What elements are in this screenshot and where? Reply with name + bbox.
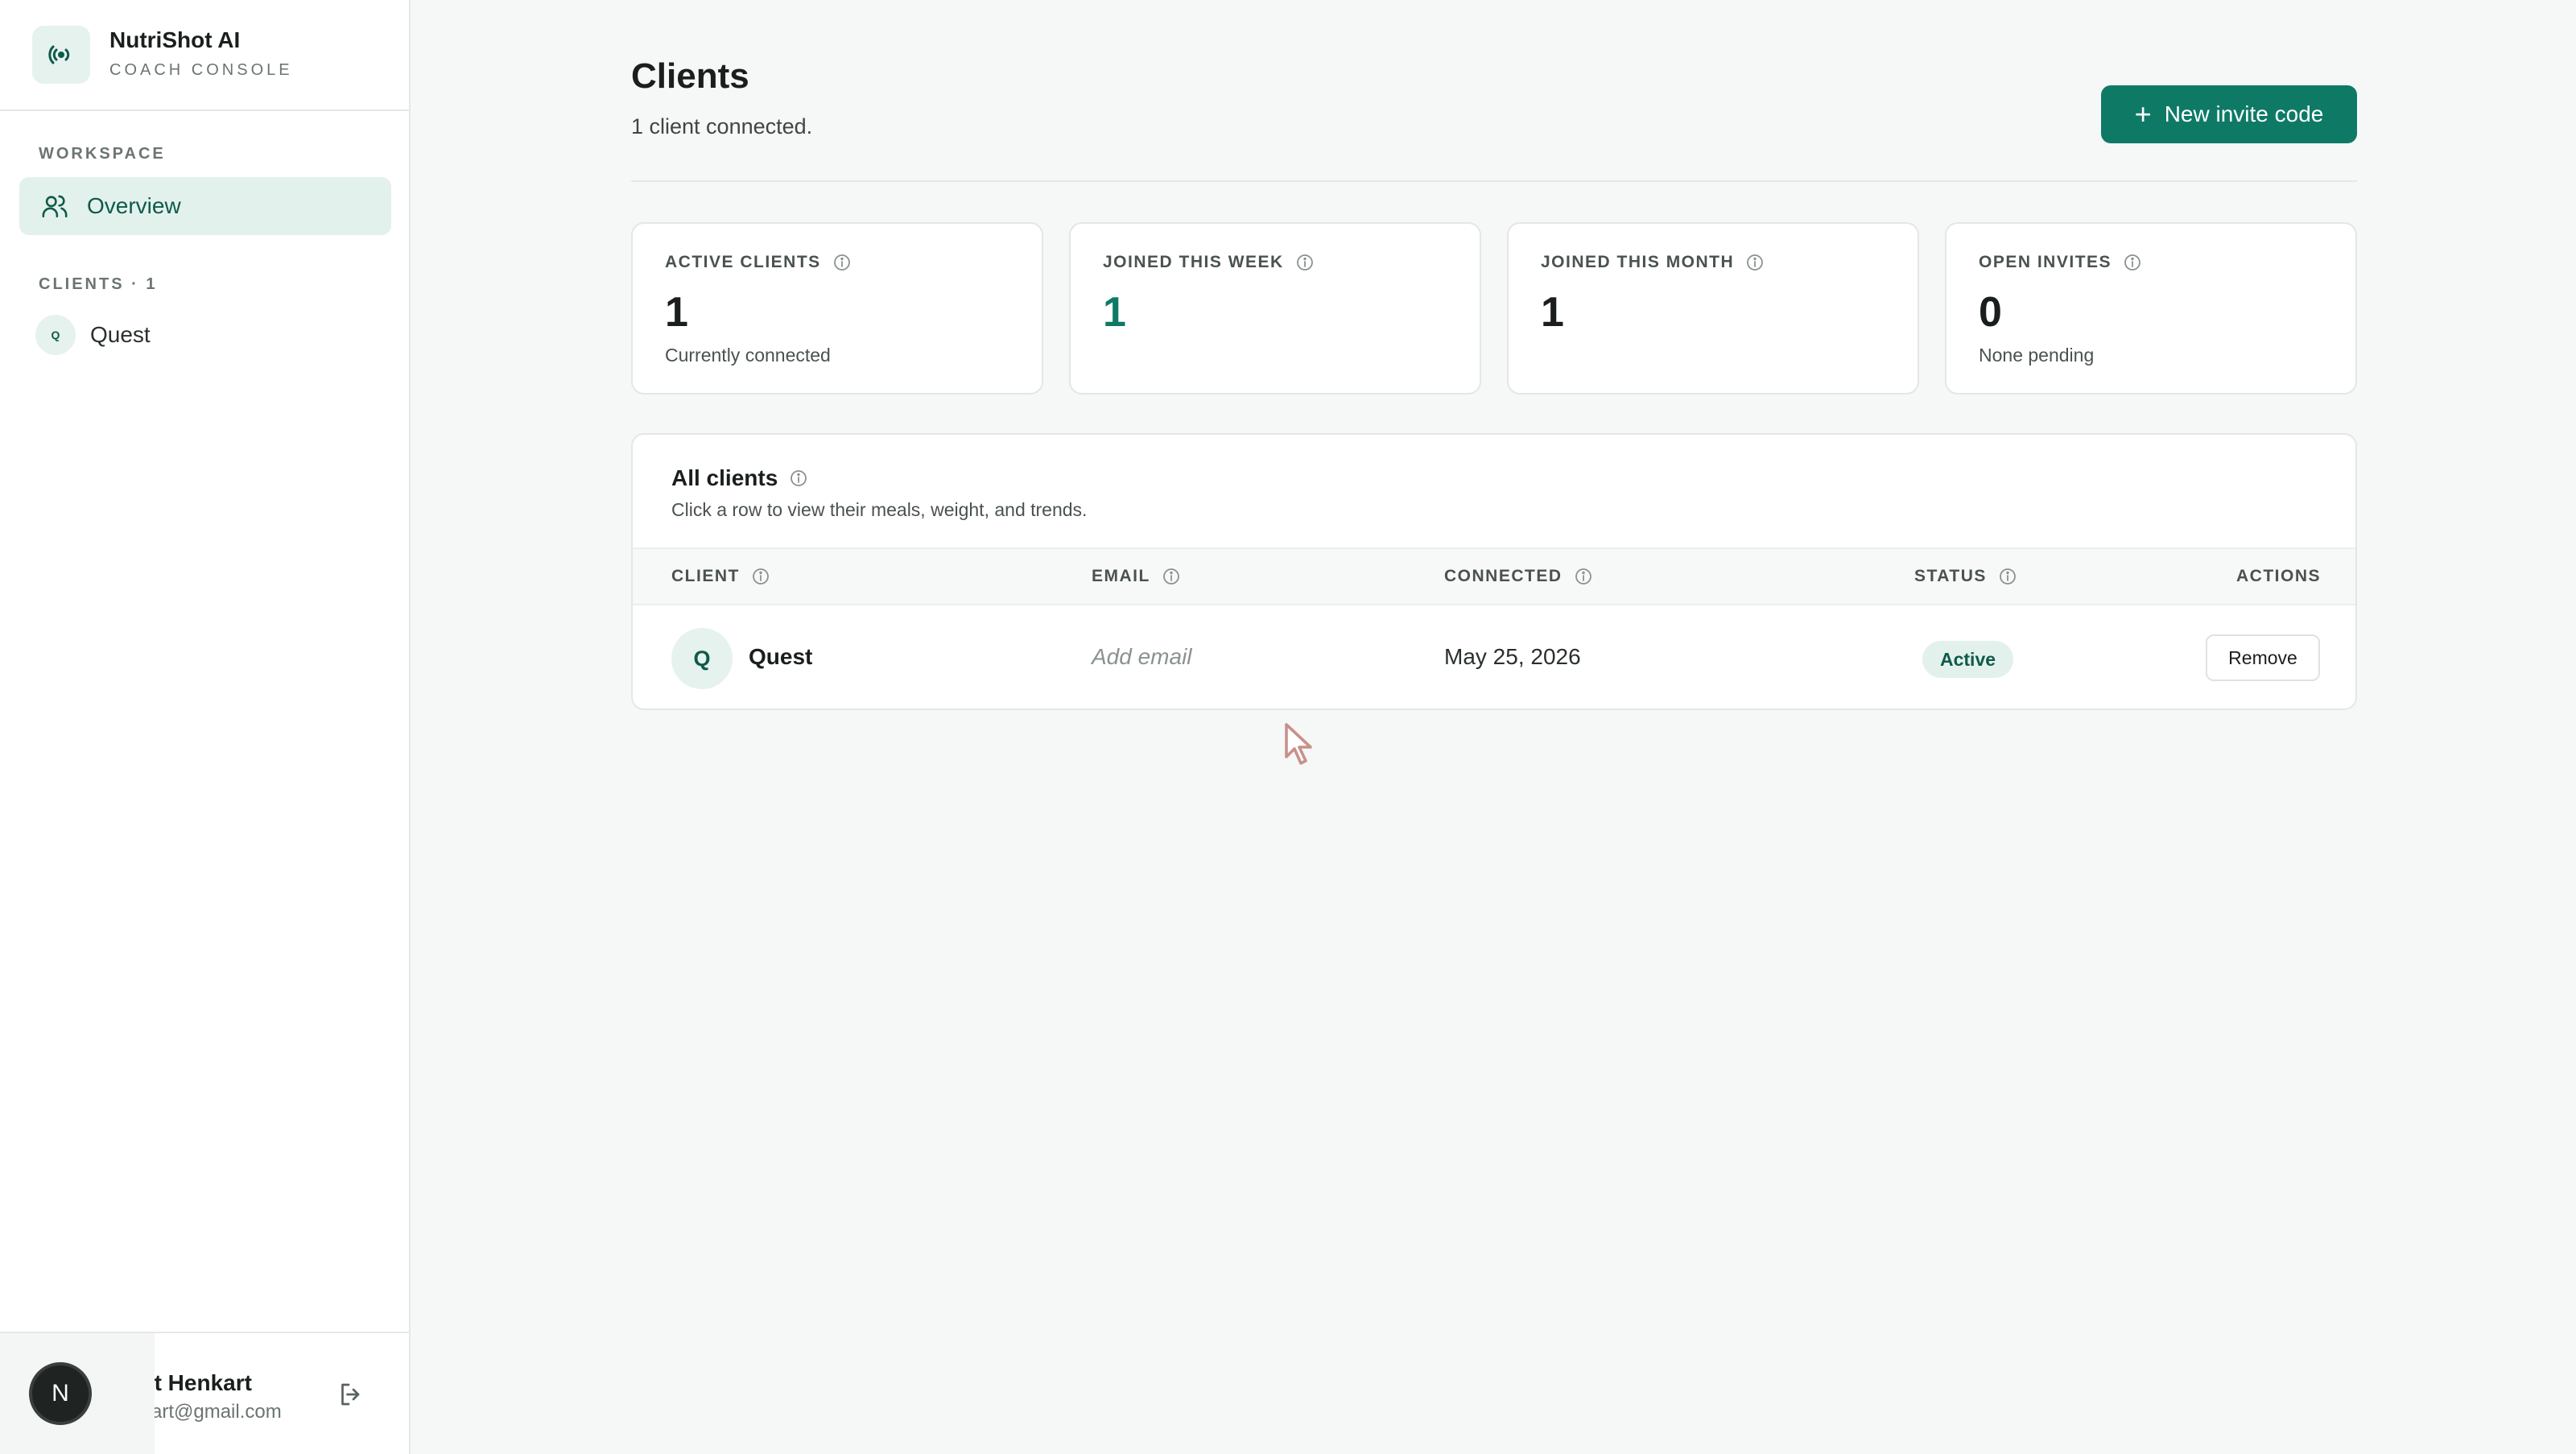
info-icon[interactable] bbox=[751, 567, 770, 586]
column-header-status: STATUS bbox=[1914, 567, 1987, 585]
new-invite-code-button[interactable]: + New invite code bbox=[2101, 85, 2357, 143]
sidebar: NutriShot AI COACH CONSOLE WORKSPACE Ove… bbox=[0, 0, 411, 1454]
logout-icon[interactable] bbox=[336, 1380, 365, 1409]
new-invite-label: New invite code bbox=[2164, 101, 2324, 126]
user-footer: st Henkart kart@gmail.com N bbox=[0, 1332, 409, 1454]
stat-note: Currently connected bbox=[665, 345, 831, 366]
user-email: kart@gmail.com bbox=[142, 1401, 282, 1423]
info-icon[interactable] bbox=[832, 253, 852, 272]
stat-card-active-clients: ACTIVE CLIENTS 1 Currently connected bbox=[631, 222, 1043, 394]
info-icon[interactable] bbox=[1574, 567, 1593, 586]
column-header-actions: ACTIONS bbox=[2236, 567, 2321, 585]
stat-label: OPEN INVITES bbox=[1979, 253, 2112, 271]
brand-logo-icon bbox=[32, 26, 90, 84]
stat-card-joined-week: JOINED THIS WEEK 1 bbox=[1069, 222, 1481, 394]
remove-button[interactable]: Remove bbox=[2206, 634, 2320, 681]
sidebar-item-label: Quest bbox=[90, 322, 151, 347]
table-row[interactable]: Q Quest Add email May 25, 2026 Active Re… bbox=[633, 605, 2355, 708]
add-email-link[interactable]: Add email bbox=[1092, 644, 1192, 670]
stat-label: ACTIVE CLIENTS bbox=[665, 253, 821, 271]
stat-value: 1 bbox=[1541, 289, 1564, 336]
plus-icon: + bbox=[2134, 97, 2152, 130]
sidebar-item-overview[interactable]: Overview bbox=[19, 177, 391, 235]
info-icon[interactable] bbox=[1162, 567, 1181, 586]
brand-subtitle: COACH CONSOLE bbox=[109, 61, 293, 79]
info-icon[interactable] bbox=[1998, 567, 2017, 586]
stat-note: None pending bbox=[1979, 345, 2095, 366]
page-subtitle: 1 client connected. bbox=[631, 114, 813, 138]
workspace-section-label: WORKSPACE bbox=[39, 145, 166, 163]
info-icon[interactable] bbox=[1745, 253, 1765, 272]
connected-date: May 25, 2026 bbox=[1444, 644, 1581, 669]
client-name: Quest bbox=[749, 644, 813, 669]
stat-value: 0 bbox=[1979, 289, 2002, 336]
info-icon[interactable] bbox=[2123, 253, 2142, 272]
info-icon[interactable] bbox=[789, 469, 808, 488]
stat-value: 1 bbox=[665, 289, 688, 336]
stat-label: JOINED THIS MONTH bbox=[1541, 253, 1735, 271]
client-avatar: Q bbox=[671, 628, 733, 689]
sidebar-item-client-quest[interactable]: Q Quest bbox=[35, 314, 151, 356]
client-avatar: Q bbox=[35, 315, 76, 355]
stat-card-joined-month: JOINED THIS MONTH 1 bbox=[1507, 222, 1919, 394]
header-divider bbox=[631, 180, 2357, 182]
users-icon bbox=[40, 192, 69, 221]
stat-value: 1 bbox=[1103, 289, 1126, 336]
table-title: All clients bbox=[671, 465, 778, 490]
sidebar-item-label: Overview bbox=[87, 193, 181, 218]
avatar[interactable]: N bbox=[29, 1362, 92, 1425]
clients-section-label: CLIENTS · 1 bbox=[39, 275, 158, 293]
column-header-client: CLIENT bbox=[671, 567, 740, 585]
table-subtitle: Click a row to view their meals, weight,… bbox=[671, 499, 1088, 520]
stat-label: JOINED THIS WEEK bbox=[1103, 253, 1284, 271]
brand-header: NutriShot AI COACH CONSOLE bbox=[0, 0, 409, 111]
mouse-cursor-icon bbox=[1285, 723, 1312, 765]
table-header: CLIENT EMAIL CONNECTED STATUS ACTIONS bbox=[633, 547, 2355, 605]
column-header-connected: CONNECTED bbox=[1444, 567, 1563, 585]
column-header-email: EMAIL bbox=[1092, 567, 1150, 585]
info-icon[interactable] bbox=[1295, 253, 1315, 272]
user-name: st Henkart bbox=[142, 1370, 252, 1395]
brand-name: NutriShot AI bbox=[109, 27, 241, 52]
page-title: Clients bbox=[631, 56, 749, 96]
clients-table-card: All clients Click a row to view their me… bbox=[631, 433, 2357, 710]
status-badge: Active bbox=[1922, 641, 2014, 678]
stat-card-open-invites: OPEN INVITES 0 None pending bbox=[1945, 222, 2357, 394]
